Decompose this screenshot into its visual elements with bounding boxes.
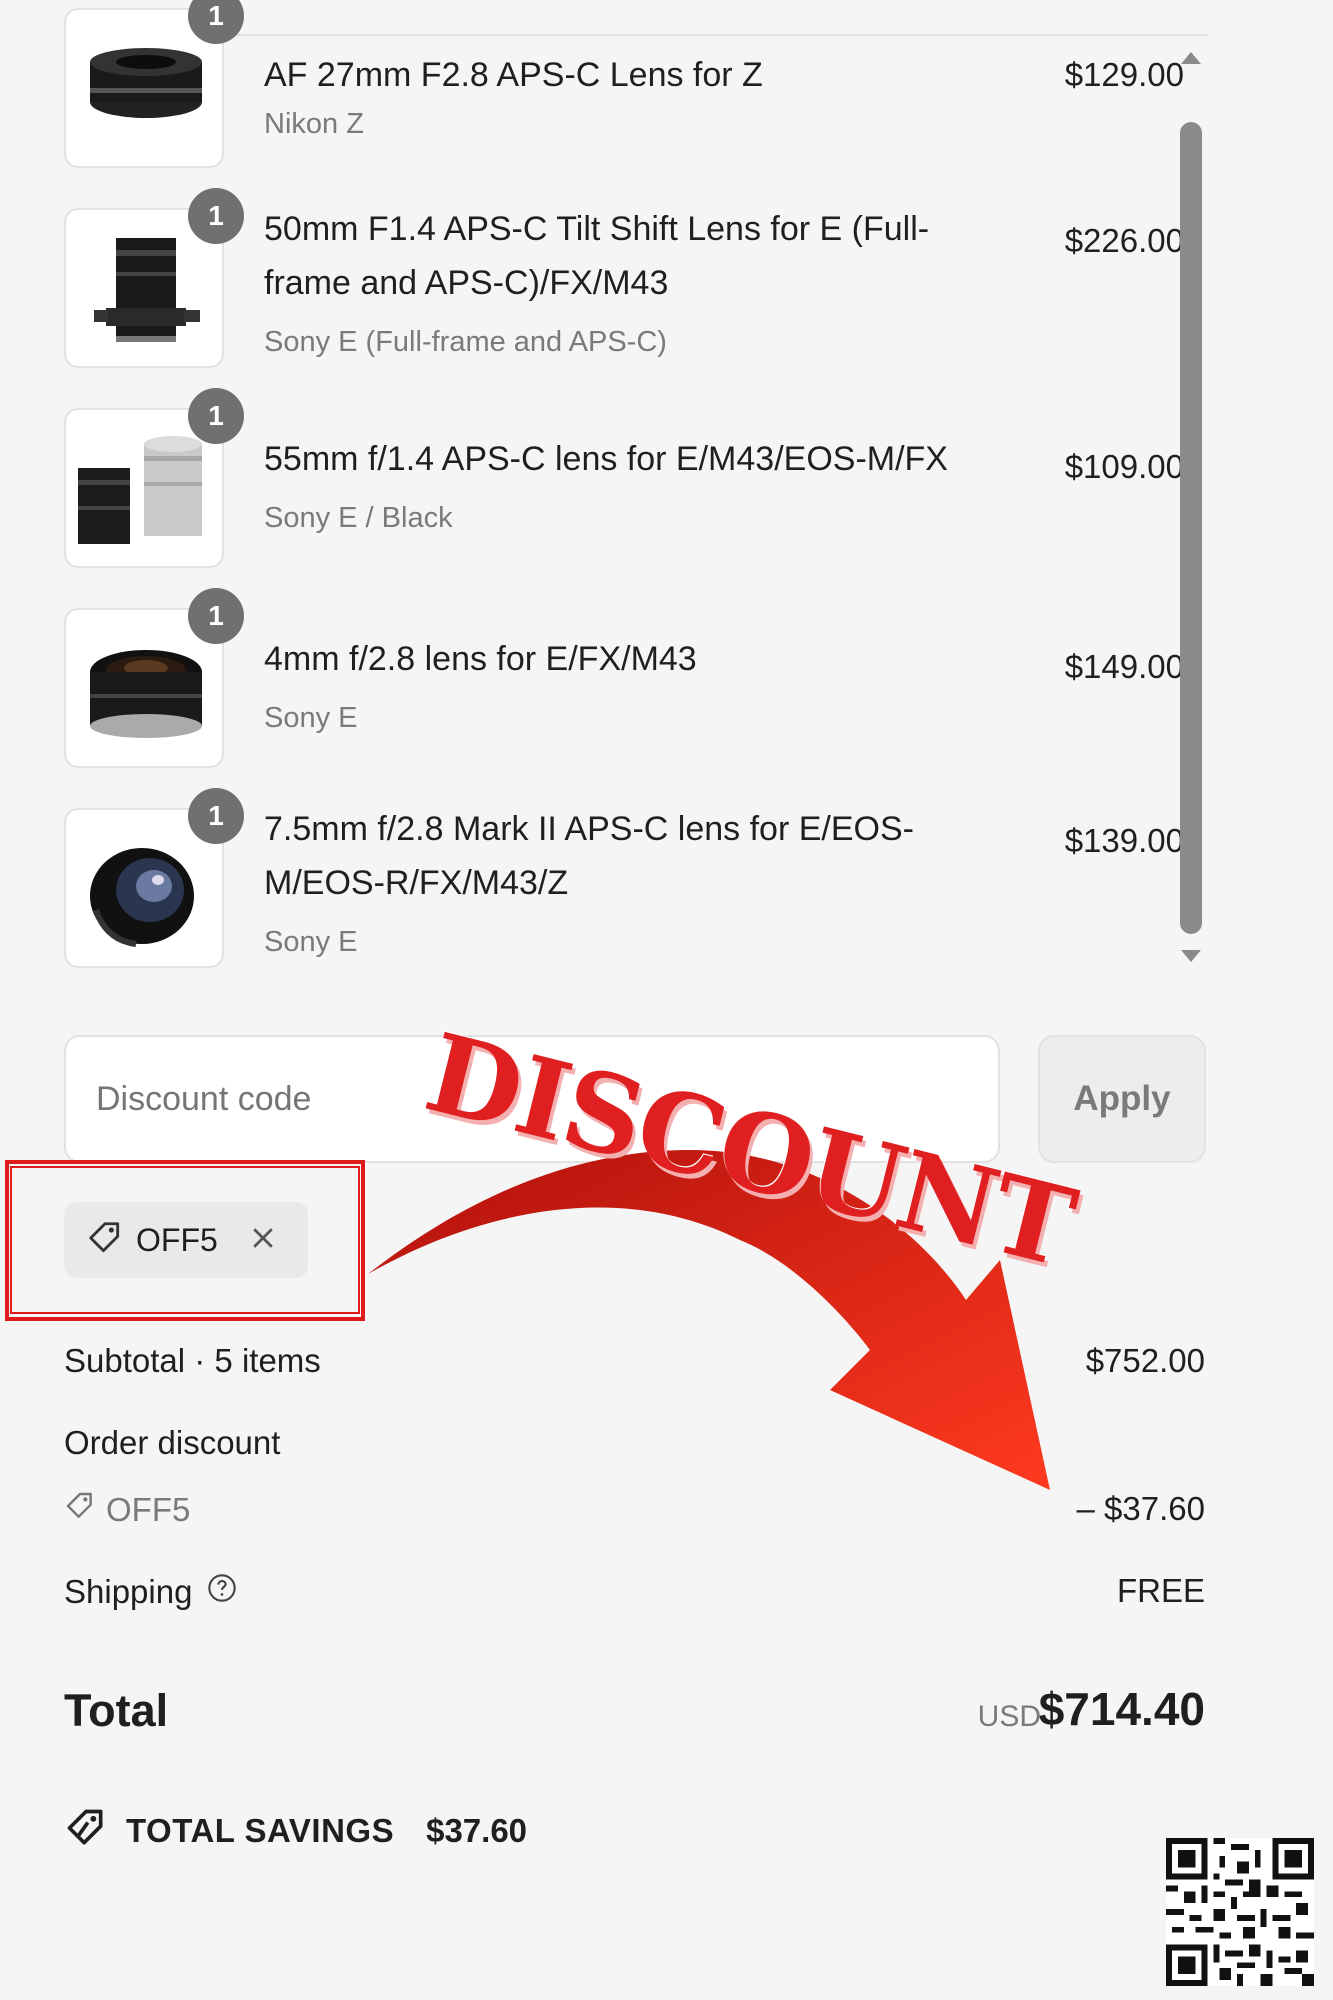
scroll-up-icon[interactable] — [1181, 52, 1201, 64]
product-price: $139.00 — [1064, 822, 1184, 859]
list-item: 1 AF 27mm F2.8 APS-C Lens for Z Nikon Z … — [64, 0, 1184, 168]
total-label: Total — [64, 1685, 169, 1736]
scroll-down-icon[interactable] — [1181, 950, 1201, 962]
product-title: 7.5mm f/2.8 Mark II APS-C lens for E/EOS… — [264, 810, 914, 902]
product-variant: Sony E — [264, 702, 358, 734]
list-item: 1 50mm F1.4 APS-C Tilt Shift Lens for E … — [64, 188, 1184, 368]
product-price: $149.00 — [1064, 648, 1184, 685]
product-title: 50mm F1.4 APS-C Tilt Shift Lens for E (F… — [264, 210, 930, 302]
order-discount-value: – $37.60 — [1076, 1490, 1205, 1527]
product-price: $129.00 — [1064, 56, 1184, 93]
quantity-badge: 1 — [188, 588, 244, 644]
total-currency: USD — [977, 1700, 1041, 1733]
list-item: 1 55mm f/1.4 APS-C lens for E/M43/EOS-M/… — [64, 388, 1184, 568]
apply-button[interactable]: Apply — [1038, 1035, 1206, 1163]
cart-item-list[interactable]: 1 AF 27mm F2.8 APS-C Lens for Z Nikon Z … — [0, 0, 1210, 980]
product-price: $226.00 — [1064, 222, 1184, 259]
qr-code — [1166, 1838, 1314, 1986]
applied-code: OFF5 — [136, 1221, 218, 1258]
quantity-badge: 1 — [188, 788, 244, 844]
tag-icon — [86, 1219, 124, 1262]
order-discount-code-row: OFF5 — [64, 1490, 190, 1530]
applied-discount-chip: OFF5 — [64, 1202, 308, 1278]
quantity-badge: 1 — [188, 388, 244, 444]
product-title: 55mm f/1.4 APS-C lens for E/M43/EOS-M/FX — [264, 440, 948, 478]
product-title: AF 27mm F2.8 APS-C Lens for Z — [264, 56, 763, 94]
product-title: 4mm f/2.8 lens for E/FX/M43 — [264, 640, 697, 678]
list-item: 1 4mm f/2.8 lens for E/FX/M43 Sony E $14… — [64, 588, 1184, 768]
savings-label: TOTAL SAVINGS — [126, 1811, 395, 1849]
shipping-row: Shipping — [64, 1572, 238, 1612]
shipping-value: FREE — [1116, 1572, 1205, 1609]
order-discount-label: Order discount — [64, 1424, 281, 1461]
product-variant: Nikon Z — [264, 108, 364, 140]
product-variant: Sony E (Full-frame and APS-C) — [264, 326, 667, 358]
total-savings-row: TOTAL SAVINGS $37.60 — [64, 1806, 527, 1855]
savings-value: $37.60 — [426, 1811, 528, 1849]
product-variant: Sony E / Black — [264, 502, 453, 534]
shipping-label: Shipping — [64, 1573, 193, 1610]
total-value: $714.40 — [1038, 1683, 1205, 1735]
subtotal-label: Subtotal · 5 items — [64, 1342, 321, 1379]
scrollbar-thumb[interactable] — [1180, 122, 1202, 934]
tag-icon — [64, 1490, 96, 1530]
product-price: $109.00 — [1064, 448, 1184, 485]
subtotal-value: $752.00 — [1085, 1342, 1205, 1379]
remove-code-icon[interactable] — [248, 1223, 278, 1258]
help-icon[interactable] — [206, 1572, 238, 1612]
quantity-badge: 1 — [188, 188, 244, 244]
product-variant: Sony E — [264, 926, 358, 958]
savings-tag-icon — [64, 1806, 108, 1855]
list-item: 1 7.5mm f/2.8 Mark II APS-C lens for E/E… — [64, 788, 1184, 968]
order-discount-code: OFF5 — [106, 1491, 191, 1528]
